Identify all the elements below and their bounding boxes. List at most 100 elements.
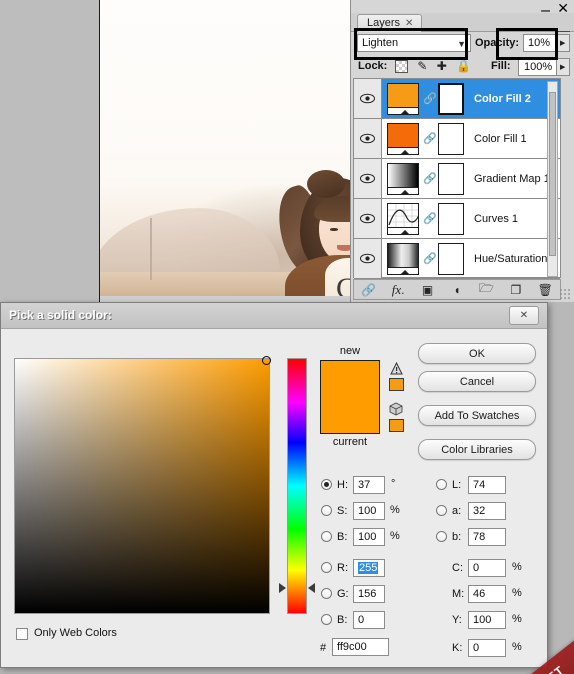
radio-saturation[interactable]: [321, 505, 332, 516]
ok-button[interactable]: OK: [418, 343, 536, 364]
out-of-gamut-warning-icon[interactable]: [390, 361, 403, 375]
radio-hue[interactable]: [321, 479, 332, 490]
table-row[interactable]: 🔗 Curves 1: [354, 199, 560, 239]
hue-unit: °: [391, 478, 396, 490]
layer-thumbnail[interactable]: [387, 202, 419, 235]
layer-visibility-toggle[interactable]: [354, 79, 382, 118]
layer-visibility-toggle[interactable]: [354, 239, 382, 278]
fill-input[interactable]: 100%: [518, 58, 557, 76]
green-input[interactable]: 156: [353, 585, 385, 603]
cyan-label: C:: [452, 562, 463, 574]
blue-input[interactable]: 0: [353, 611, 385, 629]
tab-layers[interactable]: Layers ✕: [357, 14, 423, 32]
blend-mode-row: Lighten ▼ Opacity: 10%: [351, 32, 574, 54]
brightness-label: B:: [337, 531, 348, 543]
layer-link-icon[interactable]: 🔗: [423, 252, 437, 265]
radio-blue[interactable]: [321, 614, 332, 625]
saturation-brightness-field[interactable]: [14, 356, 271, 614]
new-color-swatch[interactable]: [321, 361, 379, 397]
lab-b-input[interactable]: 78: [468, 528, 506, 546]
layers-list: 🔗 Color Fill 2 🔗 Color Fill 1 🔗 Gradient…: [353, 78, 561, 279]
layer-name: Hue/Saturation 1: [474, 252, 557, 265]
table-row[interactable]: 🔗 Color Fill 2: [354, 79, 560, 119]
panel-resize-grip[interactable]: [559, 288, 571, 300]
layer-name: Color Fill 2: [474, 92, 531, 105]
tab-close-icon[interactable]: ✕: [405, 18, 413, 29]
layer-visibility-toggle[interactable]: [354, 119, 382, 158]
lab-a-input[interactable]: 32: [468, 502, 506, 520]
photo-subject-eye-left: [330, 228, 338, 231]
hue-input[interactable]: 37: [353, 476, 385, 494]
hue-slider-marker-left[interactable]: [279, 583, 286, 593]
hex-input[interactable]: ff9c00: [332, 638, 389, 656]
lock-position-icon[interactable]: ✚: [437, 59, 450, 73]
radio-green[interactable]: [321, 588, 332, 599]
saturation-input[interactable]: 100: [353, 502, 385, 520]
color-preview-swatch[interactable]: [320, 360, 380, 434]
radio-lightness[interactable]: [436, 479, 447, 490]
radio-red[interactable]: [321, 562, 332, 573]
layer-link-icon[interactable]: 🔗: [423, 212, 437, 225]
new-layer-icon[interactable]: ❐: [501, 283, 530, 297]
color-libraries-button[interactable]: Color Libraries: [418, 439, 536, 460]
table-row[interactable]: 🔗 Gradient Map 1: [354, 159, 560, 199]
magenta-label: M:: [452, 588, 465, 600]
add-layer-mask-icon[interactable]: ▣: [413, 283, 442, 297]
lock-row: Lock: ✎ ✚ 🔒 Fill: 100%: [351, 56, 574, 78]
color-field-marker[interactable]: [262, 356, 271, 365]
magenta-input[interactable]: 46: [468, 585, 506, 603]
new-group-icon[interactable]: 🗁: [472, 279, 501, 300]
radio-lab-a[interactable]: [436, 505, 447, 516]
delete-layer-icon[interactable]: 🗑: [531, 283, 560, 297]
lock-all-icon[interactable]: 🔒: [456, 59, 474, 73]
layer-thumbnail[interactable]: [387, 82, 419, 115]
current-color-swatch[interactable]: [321, 397, 379, 433]
layer-mask-thumbnail[interactable]: [438, 162, 464, 195]
layer-mask-thumbnail[interactable]: [438, 202, 464, 235]
layer-mask-thumbnail[interactable]: [438, 82, 464, 115]
layer-link-icon[interactable]: 🔗: [423, 132, 437, 145]
layer-thumbnail[interactable]: [387, 242, 419, 275]
add-to-swatches-button[interactable]: Add To Swatches: [418, 405, 536, 426]
web-safe-color-swatch[interactable]: [389, 419, 404, 432]
link-layers-icon[interactable]: 🔗: [354, 283, 383, 297]
opacity-slider-arrow-icon[interactable]: [557, 34, 570, 52]
layer-link-icon[interactable]: 🔗: [423, 172, 437, 185]
layer-visibility-toggle[interactable]: [354, 159, 382, 198]
black-label: K:: [452, 642, 463, 654]
opacity-input[interactable]: 10%: [523, 34, 557, 52]
in-gamut-color-swatch[interactable]: [389, 378, 404, 391]
fill-label: Fill:: [491, 60, 511, 72]
close-icon[interactable]: ✕: [509, 306, 539, 325]
table-row[interactable]: 🔗 Hue/Saturation 1: [354, 239, 560, 279]
lock-image-pixels-icon[interactable]: ✎: [417, 59, 430, 73]
new-adjustment-layer-icon[interactable]: ◖: [442, 283, 471, 297]
red-input[interactable]: 255: [353, 559, 385, 577]
layer-visibility-toggle[interactable]: [354, 199, 382, 238]
cyan-input[interactable]: 0: [468, 559, 506, 577]
layer-mask-thumbnail[interactable]: [438, 242, 464, 275]
web-safe-cube-icon[interactable]: [389, 402, 403, 416]
layer-style-fx-icon[interactable]: fx.: [383, 282, 412, 298]
red-input-value: 255: [358, 562, 379, 574]
only-web-colors-checkbox[interactable]: [16, 628, 28, 640]
fill-slider-arrow-icon[interactable]: [557, 58, 570, 76]
table-row[interactable]: 🔗 Color Fill 1: [354, 119, 560, 159]
cancel-button[interactable]: Cancel: [418, 371, 536, 392]
lightness-input[interactable]: 74: [468, 476, 506, 494]
lock-transparent-pixels-icon[interactable]: [395, 60, 408, 74]
radio-lab-b[interactable]: [436, 531, 447, 542]
hue-slider-marker-right[interactable]: [308, 583, 315, 593]
layer-link-icon[interactable]: 🔗: [423, 92, 437, 105]
layer-thumbnail[interactable]: [387, 162, 419, 195]
brightness-input[interactable]: 100: [353, 528, 385, 546]
yellow-input[interactable]: 100: [468, 611, 506, 629]
layer-thumbnail[interactable]: [387, 122, 419, 155]
hue-slider[interactable]: [287, 358, 307, 614]
dialog-titlebar[interactable]: Pick a solid color: ✕: [1, 303, 547, 329]
radio-brightness[interactable]: [321, 531, 332, 542]
layers-scrollbar[interactable]: [547, 81, 558, 277]
blend-mode-dropdown[interactable]: Lighten ▼: [357, 34, 471, 52]
black-input[interactable]: 0: [468, 639, 506, 657]
layer-mask-thumbnail[interactable]: [438, 122, 464, 155]
